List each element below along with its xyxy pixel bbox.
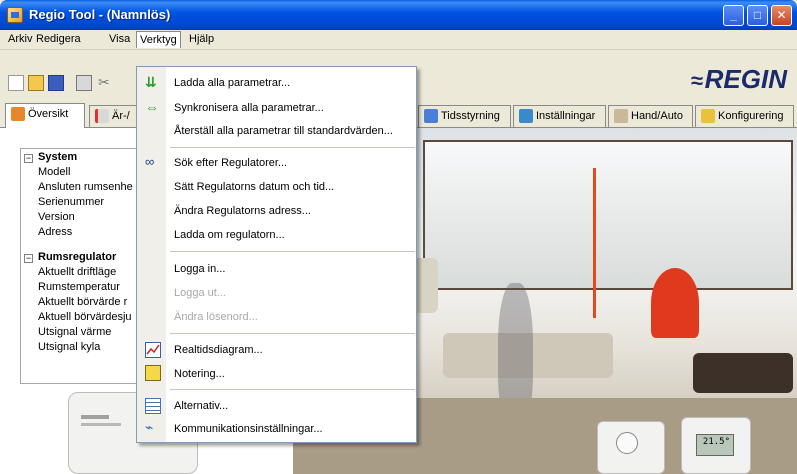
tree-item: Serienummer <box>38 196 105 208</box>
maximize-button[interactable]: □ <box>747 5 768 26</box>
menu-item-andra-losenord: Ändra lösenord... <box>174 311 258 323</box>
photo-curtain-stripe <box>593 168 596 318</box>
menu-separator <box>170 389 415 390</box>
menu-item-notering[interactable]: Notering... <box>174 368 225 380</box>
save-icon[interactable] <box>48 75 64 91</box>
chart-icon <box>145 342 161 358</box>
tree-item: Aktuellt driftläge <box>38 266 117 278</box>
tab-oversikt[interactable]: Översikt <box>5 103 85 128</box>
menu-item-synkronisera[interactable]: Synkronisera alla parametrar... <box>174 102 324 114</box>
menu-item-kommunikation[interactable]: Kommunikationsinställningar... <box>174 423 323 435</box>
window-title: Regio Tool - (Namnlös) <box>29 7 171 22</box>
new-file-icon[interactable] <box>8 75 24 91</box>
hand-icon <box>614 109 628 123</box>
collapse-system-icon[interactable]: − <box>24 154 33 163</box>
house-icon <box>11 107 25 121</box>
menu-visa[interactable]: Visa <box>109 33 130 45</box>
connection-icon: ⌁ <box>145 419 154 435</box>
tree-item: Modell <box>38 166 71 178</box>
sync-arrows-icon: ⇔ <box>145 99 159 115</box>
tree-item: Utsignal kyla <box>38 341 101 353</box>
tab-konfigurering[interactable]: Konfigurering <box>695 105 794 127</box>
tree-group-rumsregulator[interactable]: Rumsregulator <box>38 251 116 263</box>
tree-item: Ansluten rumsenhe <box>38 181 133 193</box>
menu-separator <box>170 333 415 334</box>
tree-item: Rumstemperatur <box>38 281 120 293</box>
menu-item-logga-in[interactable]: Logga in... <box>174 263 225 275</box>
clock-icon <box>424 109 438 123</box>
note-pencil-icon <box>145 365 161 381</box>
verktyg-dropdown-menu: ⇊ Ladda alla parametrar... ⇔ Synkroniser… <box>136 66 417 443</box>
photo-chair <box>693 353 793 393</box>
menu-item-logga-ut: Logga ut... <box>174 287 226 299</box>
settings-icon <box>519 109 533 123</box>
title-bar: Regio Tool - (Namnlös) _ □ ✕ <box>0 0 797 30</box>
menu-icon-column <box>137 67 166 442</box>
menu-verktyg[interactable]: Verktyg <box>136 31 181 48</box>
download-params-icon: ⇊ <box>145 74 157 90</box>
room-unit-lcd: 21.5° <box>696 434 734 456</box>
tab-installningar[interactable]: Inställningar <box>513 105 606 127</box>
menu-bar: Arkiv Redigera Visa Verktyg Hjälp <box>0 30 797 50</box>
cut-icon[interactable]: ✂ <box>98 75 114 91</box>
app-icon <box>7 7 23 23</box>
gauge-icon <box>95 109 109 123</box>
print-icon[interactable] <box>76 75 92 91</box>
collapse-rumsregulator-icon[interactable]: − <box>24 254 33 263</box>
tree-group-system[interactable]: System <box>38 151 77 163</box>
tree-item: Aktuell börvärdesju <box>38 311 132 323</box>
menu-item-aterstall[interactable]: Återställ alla parametrar till standardv… <box>174 125 393 137</box>
tree-item: Aktuellt börvärde r <box>38 296 128 308</box>
tab-hand-auto[interactable]: Hand/Auto <box>608 105 693 127</box>
dial-icon <box>616 432 638 454</box>
menu-item-ladda-om[interactable]: Ladda om regulatorn... <box>174 229 285 241</box>
tab-ar-varden[interactable]: Är-/ <box>89 105 139 127</box>
menu-item-ladda-parametrar[interactable]: Ladda alla parametrar... <box>174 77 290 89</box>
close-button[interactable]: ✕ <box>771 5 792 26</box>
binoculars-icon: ∞ <box>145 154 155 169</box>
photo-red-lamp <box>651 268 699 338</box>
tab-tidsstyrning[interactable]: Tidsstyrning <box>418 105 511 127</box>
menu-hjalp[interactable]: Hjälp <box>189 33 214 45</box>
regin-logo: ≈REGIN <box>690 64 787 94</box>
vent-slot <box>81 415 109 419</box>
minimize-button[interactable]: _ <box>723 5 744 26</box>
tree-item: Version <box>38 211 75 223</box>
menu-arkiv[interactable]: Arkiv <box>8 33 32 45</box>
menu-item-realtidsdiagram[interactable]: Realtidsdiagram... <box>174 344 263 356</box>
room-unit-dial-image <box>597 421 665 474</box>
menu-separator <box>170 147 415 148</box>
tree-item: Utsignal värme <box>38 326 112 338</box>
tree-item: Adress <box>38 226 73 238</box>
room-unit-display-image: 21.5° <box>681 417 751 474</box>
menu-item-andra-adress[interactable]: Ändra Regulatorns adress... <box>174 205 311 217</box>
open-folder-icon[interactable] <box>28 75 44 91</box>
menu-item-alternativ[interactable]: Alternativ... <box>174 400 228 412</box>
menu-item-sok-regulatorer[interactable]: Sök efter Regulatorer... <box>174 157 287 169</box>
menu-separator <box>170 251 415 252</box>
menu-redigera[interactable]: Redigera <box>36 33 81 45</box>
vent-slot <box>81 423 121 426</box>
photo-window <box>423 140 793 290</box>
options-list-icon <box>145 398 161 414</box>
menu-item-satt-datum[interactable]: Sätt Regulatorns datum och tid... <box>174 181 334 193</box>
wrench-icon <box>701 109 715 123</box>
